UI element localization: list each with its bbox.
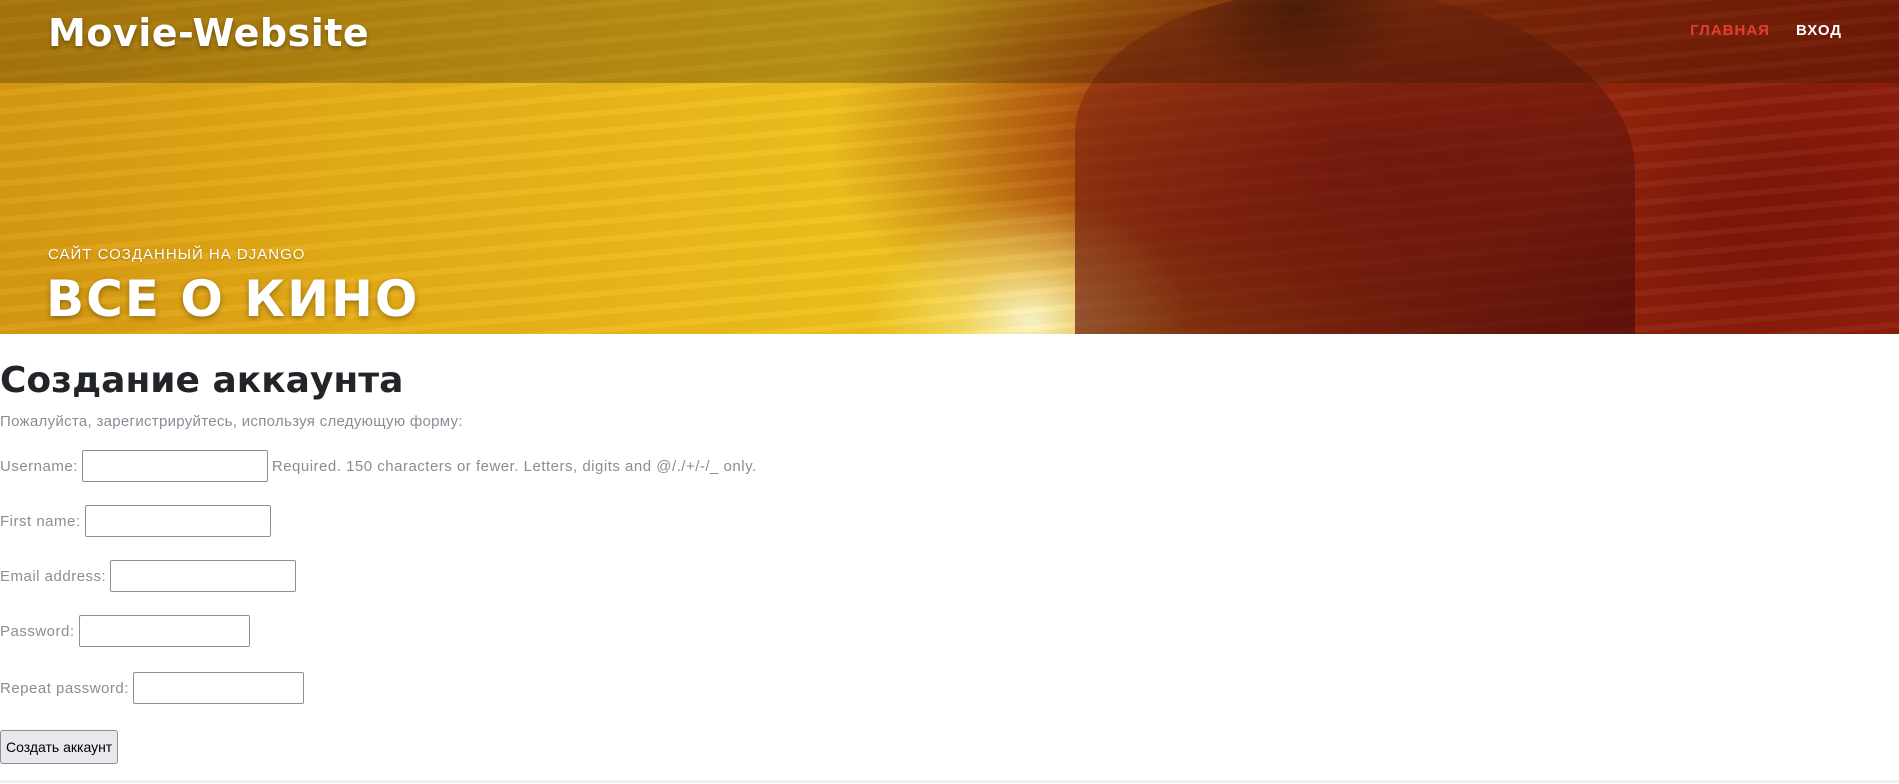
hero-title: ВСЕ О КИНО [46, 270, 420, 328]
form-row-first-name: First name: [0, 505, 271, 537]
form-row-username: Username: Required. 150 characters or fe… [0, 450, 757, 482]
form-row-email: Email address: [0, 560, 297, 592]
nav-link-login[interactable]: ВХОД [1796, 22, 1842, 39]
password-input[interactable] [78, 615, 250, 647]
first-name-label: First name: [0, 512, 81, 530]
form-row-repeat-password: Repeat password: [0, 672, 304, 704]
create-account-button[interactable]: Создать аккаунт [0, 730, 119, 764]
repeat-password-label: Repeat password: [0, 679, 129, 697]
first-name-input[interactable] [84, 505, 271, 537]
username-input[interactable] [81, 450, 268, 482]
username-label: Username: [0, 457, 78, 475]
email-input[interactable] [110, 560, 297, 592]
username-help-text: Required. 150 characters or fewer. Lette… [271, 457, 757, 475]
brand-logo-link[interactable]: Movie-Website [48, 11, 369, 55]
hero-banner: Movie-Website ГЛАВНАЯ ВХОД САЙТ СОЗДАННЫ… [0, 0, 1899, 334]
nav-link-home[interactable]: ГЛАВНАЯ [1690, 22, 1770, 39]
page-title: Создание аккаунта [0, 360, 404, 401]
top-navbar: Movie-Website ГЛАВНАЯ ВХОД [0, 0, 1899, 83]
footer-divider [0, 780, 1899, 783]
email-label: Email address: [0, 567, 107, 585]
password-label: Password: [0, 622, 75, 640]
form-row-password: Password: [0, 615, 250, 647]
page-description: Пожалуйста, зарегистрируйтесь, используя… [0, 413, 463, 430]
repeat-password-input[interactable] [132, 672, 304, 704]
hero-subtitle: САЙТ СОЗДАННЫЙ НА DJANGO [48, 246, 306, 263]
main-nav: ГЛАВНАЯ ВХОД [1690, 22, 1842, 39]
